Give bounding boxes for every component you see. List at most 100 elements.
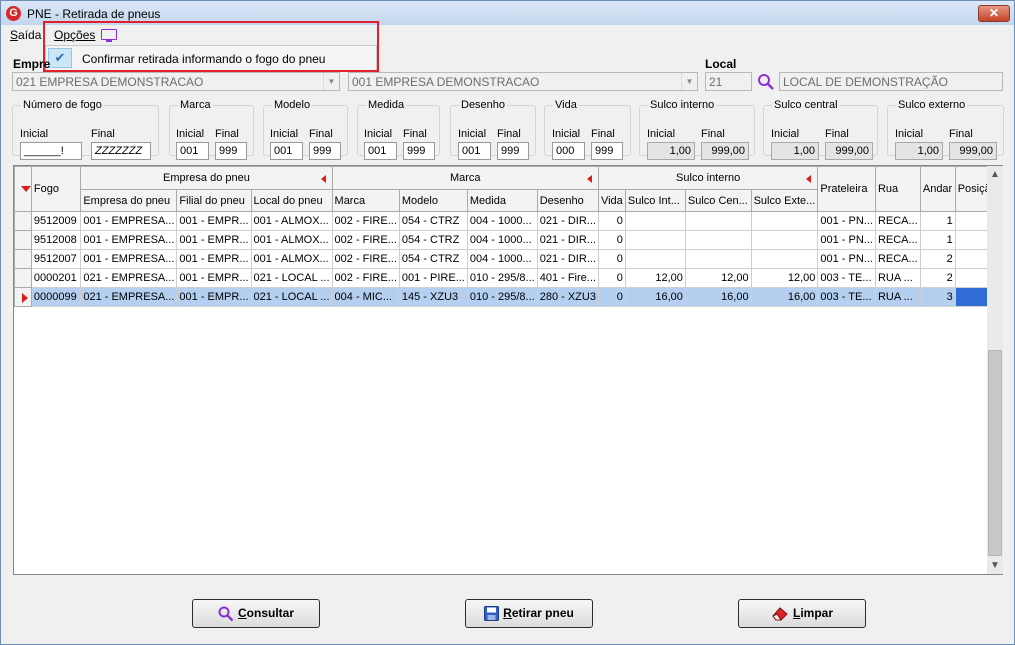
numero-fogo-final-input[interactable]: ZZZZZZZ: [91, 142, 151, 160]
table-cell[interactable]: 0: [597, 287, 626, 307]
table-row[interactable]: 0000201 021 - EMPRESA... 001 - EMPR... 021 …: [14, 268, 1003, 288]
sulco-interno-final-input[interactable]: 999,00: [701, 142, 749, 160]
table-cell[interactable]: 001 - PN...: [817, 211, 876, 231]
scroll-up-icon[interactable]: ▲: [987, 166, 1003, 183]
col-header-sulco-ext[interactable]: Sulco Exte...: [750, 189, 819, 212]
table-cell[interactable]: 2: [919, 249, 956, 269]
table-cell[interactable]: 001 - EMPR...: [176, 268, 252, 288]
table-cell[interactable]: 001 - EMPR...: [176, 287, 252, 307]
marca-final-input[interactable]: 999: [215, 142, 247, 160]
table-cell[interactable]: 021 - LOCAL ...: [250, 268, 333, 288]
numero-fogo-inicial-input[interactable]: ______!: [20, 142, 82, 160]
table-cell[interactable]: 0: [597, 211, 626, 231]
local-code-field[interactable]: 21: [705, 72, 752, 91]
filial-select[interactable]: 001 EMPRESA DEMONSTRACAO ▼: [348, 72, 698, 91]
table-cell[interactable]: 0: [597, 268, 626, 288]
vida-final-input[interactable]: 999: [591, 142, 623, 160]
table-cell[interactable]: 9512009: [30, 211, 82, 231]
chevron-down-icon[interactable]: ▼: [323, 73, 339, 90]
col-header-rua[interactable]: Rua: [874, 166, 921, 212]
scroll-down-icon[interactable]: ▼: [987, 557, 1003, 574]
table-cell[interactable]: 054 - CTRZ: [398, 230, 468, 250]
table-row[interactable]: 9512008 001 - EMPRESA... 001 - EMPR... 001 …: [14, 230, 1003, 250]
table-cell[interactable]: 004 - MIC...: [331, 287, 400, 307]
sulco-externo-inicial-input[interactable]: 1,00: [895, 142, 943, 160]
table-cell[interactable]: RECA...: [874, 249, 921, 269]
col-header-medida[interactable]: Medida: [466, 189, 538, 212]
row-indicator[interactable]: [14, 230, 32, 250]
table-cell[interactable]: RUA ...: [874, 287, 921, 307]
sulco-central-final-input[interactable]: 999,00: [825, 142, 873, 160]
medida-inicial-input[interactable]: 001: [364, 142, 397, 160]
table-cell[interactable]: 280 - XZU3: [536, 287, 599, 307]
scroll-thumb[interactable]: [988, 350, 1002, 556]
retirar-pneu-button[interactable]: Retirar pneu: [465, 599, 593, 628]
modelo-inicial-input[interactable]: 001: [270, 142, 303, 160]
row-indicator[interactable]: [14, 211, 32, 231]
table-cell[interactable]: 003 - TE...: [817, 268, 876, 288]
table-cell[interactable]: 021 - LOCAL ...: [250, 287, 333, 307]
table-cell[interactable]: 145 - XZU3: [398, 287, 468, 307]
table-row[interactable]: 9512007 001 - EMPRESA... 001 - EMPR... 001 …: [14, 249, 1003, 269]
table-cell[interactable]: 0: [597, 249, 626, 269]
table-cell[interactable]: 010 - 295/8...: [466, 268, 538, 288]
table-cell[interactable]: 021 - DIR...: [536, 211, 599, 231]
table-cell[interactable]: 001 - EMPR...: [176, 230, 252, 250]
sulco-central-inicial-input[interactable]: 1,00: [771, 142, 819, 160]
sulco-externo-final-input[interactable]: 999,00: [949, 142, 997, 160]
table-cell[interactable]: 001 - EMPR...: [176, 249, 252, 269]
group-header-marca[interactable]: Marca: [331, 166, 599, 190]
col-header-marca[interactable]: Marca: [331, 189, 400, 212]
table-cell[interactable]: 0: [597, 230, 626, 250]
col-header-prateleira[interactable]: Prateleira: [817, 166, 876, 212]
table-cell[interactable]: RECA...: [874, 211, 921, 231]
table-cell[interactable]: 004 - 1000...: [466, 230, 538, 250]
chevron-down-icon[interactable]: ▼: [681, 73, 697, 90]
table-cell[interactable]: 3: [919, 287, 956, 307]
monitor-icon[interactable]: [101, 29, 117, 42]
col-header-empresa[interactable]: Empresa do pneu: [80, 189, 178, 212]
collapse-arrow-icon[interactable]: [320, 175, 326, 183]
table-cell[interactable]: [624, 211, 686, 231]
table-cell[interactable]: 9512007: [30, 249, 82, 269]
sulco-interno-inicial-input[interactable]: 1,00: [647, 142, 695, 160]
table-cell[interactable]: 16,00: [684, 287, 752, 307]
table-cell[interactable]: 401 - Fire...: [536, 268, 599, 288]
table-cell[interactable]: 021 - EMPRESA...: [80, 268, 178, 288]
table-row[interactable]: 9512009 001 - EMPRESA... 001 - EMPR... 001 …: [14, 211, 1003, 231]
table-cell[interactable]: 12,00: [684, 268, 752, 288]
table-cell[interactable]: [750, 249, 819, 269]
table-cell[interactable]: 0000099: [30, 287, 82, 307]
table-cell[interactable]: 001 - ALMOX...: [250, 211, 333, 231]
table-row[interactable]: 0000099 021 - EMPRESA... 001 - EMPR... 021 …: [14, 287, 1003, 307]
table-cell[interactable]: 1: [919, 230, 956, 250]
table-cell[interactable]: [750, 230, 819, 250]
table-cell[interactable]: 001 - PN...: [817, 249, 876, 269]
row-indicator[interactable]: [14, 287, 32, 307]
table-cell[interactable]: 002 - FIRE...: [331, 249, 400, 269]
menu-item-confirmar-retirada[interactable]: Confirmar retirada informando o fogo do …: [82, 52, 325, 66]
vida-inicial-input[interactable]: 000: [552, 142, 585, 160]
table-cell[interactable]: RUA ...: [874, 268, 921, 288]
table-cell[interactable]: 12,00: [750, 268, 819, 288]
table-cell[interactable]: [684, 211, 752, 231]
table-cell[interactable]: RECA...: [874, 230, 921, 250]
vertical-scrollbar[interactable]: ▲ ▼: [987, 166, 1003, 574]
table-cell[interactable]: 1: [919, 211, 956, 231]
table-cell[interactable]: 021 - EMPRESA...: [80, 287, 178, 307]
col-header-filial[interactable]: Filial do pneu: [176, 189, 252, 212]
table-cell[interactable]: 001 - PN...: [817, 230, 876, 250]
search-icon[interactable]: [757, 73, 775, 91]
consultar-button[interactable]: Consultar: [192, 599, 320, 628]
table-cell[interactable]: 003 - TE...: [817, 287, 876, 307]
table-cell[interactable]: [624, 230, 686, 250]
table-cell[interactable]: 054 - CTRZ: [398, 211, 468, 231]
col-header-desenho[interactable]: Desenho: [536, 189, 599, 212]
table-cell[interactable]: 001 - EMPRESA...: [80, 249, 178, 269]
marca-inicial-input[interactable]: 001: [176, 142, 209, 160]
table-cell[interactable]: 002 - FIRE...: [331, 230, 400, 250]
table-cell[interactable]: 010 - 295/8...: [466, 287, 538, 307]
table-cell[interactable]: 001 - PIRE...: [398, 268, 468, 288]
row-indicator-header[interactable]: [14, 166, 32, 212]
col-header-local[interactable]: Local do pneu: [250, 189, 333, 212]
